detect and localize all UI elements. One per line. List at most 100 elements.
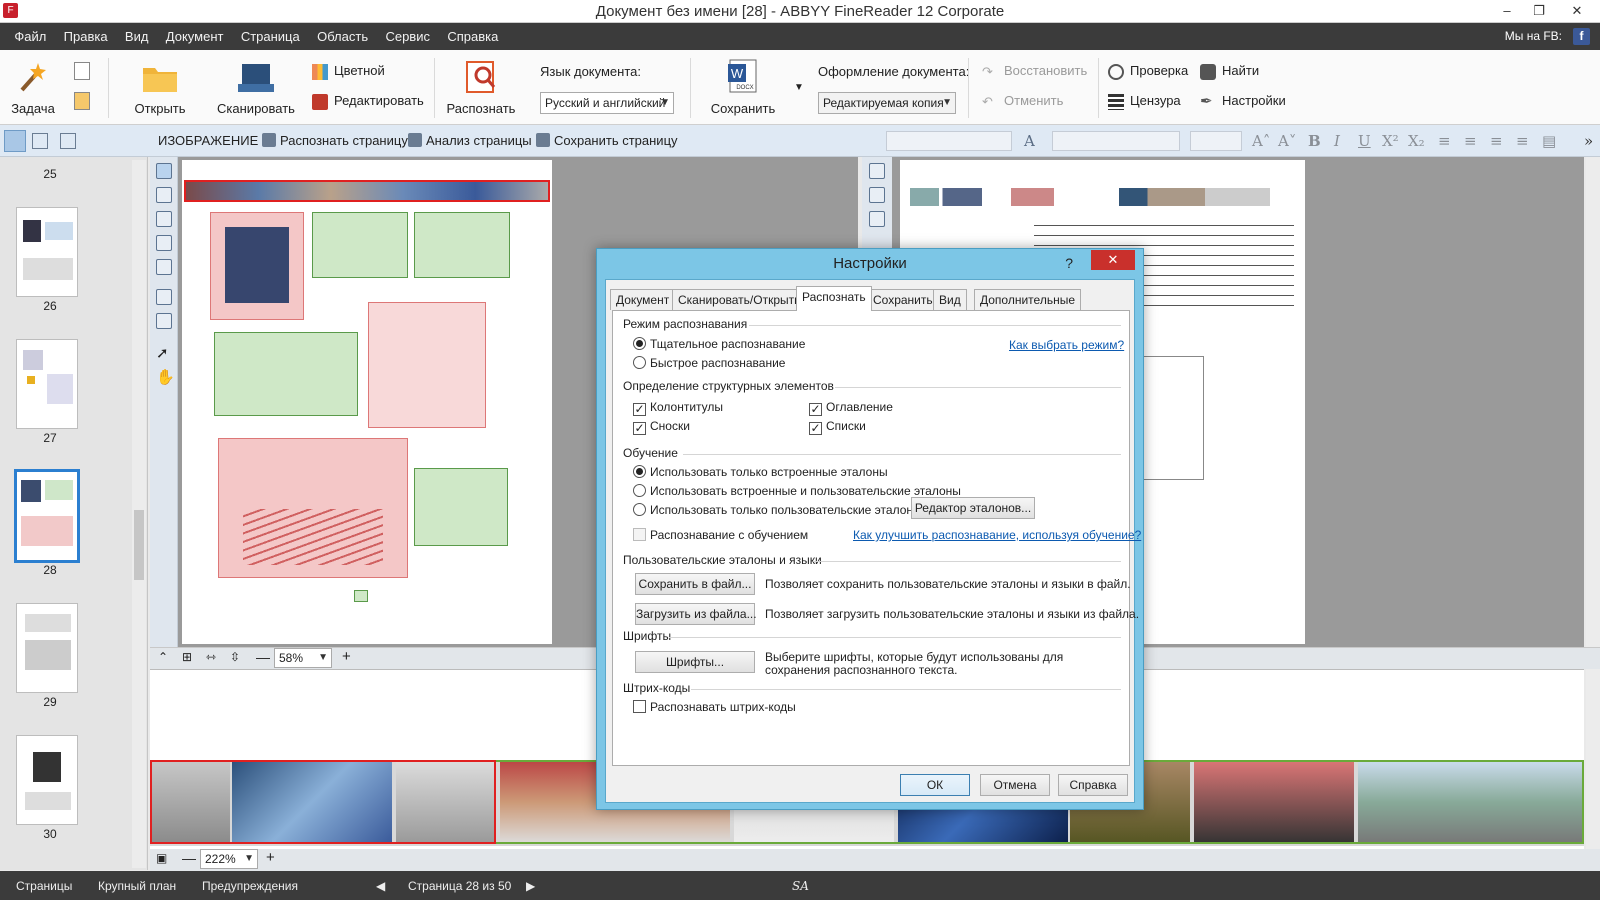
- zoom-out-icon[interactable]: —: [256, 649, 270, 665]
- sync-icon[interactable]: [869, 211, 885, 227]
- zoom-level-select[interactable]: 222% ▼: [200, 849, 258, 869]
- menu-file[interactable]: Файл: [7, 23, 53, 50]
- superscript-icon[interactable]: X²: [1382, 132, 1399, 150]
- zoom-out-icon[interactable]: —: [182, 850, 196, 866]
- facebook-icon[interactable]: f: [1573, 28, 1590, 45]
- find-button[interactable]: Найти: [1200, 63, 1259, 80]
- tab-view[interactable]: Вид: [933, 289, 967, 310]
- collapse-up-icon[interactable]: ⌃: [158, 650, 168, 664]
- minimize-icon[interactable]: –: [1492, 0, 1522, 22]
- menu-page[interactable]: Страница: [234, 23, 307, 50]
- menu-help[interactable]: Справка: [440, 23, 505, 50]
- align-left-icon[interactable]: ≡: [1438, 132, 1451, 150]
- menu-edit[interactable]: Правка: [57, 23, 115, 50]
- table-icon[interactable]: ▤: [1542, 132, 1556, 150]
- list-view-icon[interactable]: [32, 133, 48, 149]
- restore-button[interactable]: ↷ Восстановить: [982, 63, 1087, 80]
- tab-scan-open[interactable]: Сканировать/Открыть: [672, 289, 807, 310]
- save-to-file-button[interactable]: Сохранить в файл...: [635, 573, 755, 595]
- page-thumbnail-30[interactable]: [16, 735, 78, 825]
- recognize-page-button[interactable]: Распознать страницу: [262, 133, 408, 148]
- next-page-icon[interactable]: ▶: [526, 879, 535, 893]
- hand-icon[interactable]: ✋: [156, 370, 175, 387]
- fonts-button[interactable]: Шрифты...: [635, 651, 755, 673]
- cancel-button[interactable]: Отмена: [980, 774, 1050, 796]
- load-from-file-button[interactable]: Загрузить из файла...: [635, 603, 757, 625]
- zoom-tab[interactable]: Крупный план: [98, 879, 176, 893]
- select-area-icon[interactable]: [156, 259, 172, 275]
- recognize-button[interactable]: Распознать: [446, 60, 516, 116]
- menu-service[interactable]: Сервис: [378, 23, 437, 50]
- page-image[interactable]: [182, 160, 552, 644]
- doc-format-select[interactable]: Редактируемая копия ▼: [818, 92, 956, 114]
- pattern-editor-button[interactable]: Редактор эталонов...: [911, 497, 1035, 519]
- italic-icon[interactable]: I: [1334, 132, 1340, 150]
- bold-icon[interactable]: B: [1308, 132, 1321, 150]
- menu-document[interactable]: Документ: [159, 23, 231, 50]
- new-doc-icon[interactable]: [74, 62, 90, 80]
- open-button[interactable]: Открыть: [132, 60, 188, 116]
- close-icon[interactable]: ✕: [1091, 250, 1135, 270]
- headers-footers-checkbox[interactable]: ✓ Колонтитулы: [633, 400, 723, 416]
- menu-view[interactable]: Вид: [118, 23, 156, 50]
- fit-page-icon[interactable]: ⊞: [182, 650, 192, 664]
- toc-checkbox[interactable]: ✓ Оглавление: [809, 400, 893, 416]
- menu-area[interactable]: Область: [310, 23, 375, 50]
- background-picture-icon[interactable]: [156, 211, 172, 227]
- underline-icon[interactable]: U: [1358, 132, 1371, 150]
- task-button[interactable]: Задача: [10, 60, 56, 116]
- font-size-select[interactable]: [1190, 131, 1242, 151]
- pages-scrollbar[interactable]: [132, 160, 146, 868]
- builtin-patterns-radio[interactable]: Использовать только встроенные эталоны: [633, 465, 888, 479]
- text-area-icon[interactable]: [156, 163, 172, 179]
- zoom-scrollbar[interactable]: [1586, 669, 1600, 849]
- close-icon[interactable]: ✕: [1562, 0, 1592, 22]
- grow-font-icon[interactable]: A˄: [1252, 132, 1270, 150]
- shrink-font-icon[interactable]: A˅: [1278, 132, 1296, 150]
- open-doc-icon[interactable]: [74, 92, 90, 110]
- recognition-with-training-checkbox[interactable]: Распознавание с обучением: [633, 528, 808, 542]
- doc-language-select[interactable]: Русский и английский ▼: [540, 92, 674, 114]
- text-view-icon[interactable]: [869, 163, 885, 179]
- page-thumbnail-27[interactable]: [16, 339, 78, 429]
- thorough-mode-radio[interactable]: Тщательное распознавание: [633, 337, 805, 351]
- page-settings-icon[interactable]: [60, 133, 76, 149]
- save-page-button[interactable]: Сохранить страницу: [536, 133, 678, 148]
- align-justify-icon[interactable]: ≡: [1516, 132, 1529, 150]
- help-icon[interactable]: ?: [1065, 255, 1073, 271]
- page-thumbnail-29[interactable]: [16, 603, 78, 693]
- page-thumbnail-26[interactable]: [16, 207, 78, 297]
- help-button[interactable]: Справка: [1058, 774, 1128, 796]
- text-style-icon[interactable]: A: [1024, 132, 1035, 150]
- table-area-icon[interactable]: [156, 235, 172, 251]
- more-tools-icon[interactable]: »: [1584, 132, 1593, 150]
- save-dropdown-icon[interactable]: ▼: [794, 82, 804, 93]
- text-scrollbar[interactable]: [1586, 157, 1600, 647]
- image-zoom-select[interactable]: 58% ▼: [274, 648, 332, 668]
- check-button[interactable]: Проверка: [1108, 63, 1188, 80]
- page-thumbnail-28[interactable]: [14, 469, 80, 563]
- analyze-page-button[interactable]: Анализ страницы: [408, 133, 532, 148]
- align-right-icon[interactable]: ≡: [1490, 132, 1503, 150]
- scan-button[interactable]: Сканировать: [216, 60, 296, 116]
- zoom-in-icon[interactable]: +: [266, 849, 275, 866]
- grid-view-icon[interactable]: [4, 130, 26, 152]
- subscript-icon[interactable]: X₂: [1408, 132, 1425, 150]
- order-areas-icon[interactable]: [156, 313, 172, 329]
- choose-mode-link[interactable]: Как выбрать режим?: [1009, 338, 1124, 352]
- undo-button[interactable]: ↶ Отменить: [982, 93, 1063, 110]
- save-button[interactable]: W DOCX Сохранить: [708, 58, 778, 116]
- tab-recognize[interactable]: Распознать: [796, 286, 872, 311]
- fit-width-icon[interactable]: ⇿: [206, 650, 216, 664]
- user-patterns-radio[interactable]: Использовать только пользовательские эта…: [633, 503, 922, 517]
- recognize-barcodes-checkbox[interactable]: Распознавать штрих-коды: [633, 700, 796, 714]
- tab-advanced[interactable]: Дополнительные: [974, 289, 1081, 310]
- pointer-icon[interactable]: ➚: [156, 346, 172, 363]
- text-layout-icon[interactable]: [869, 187, 885, 203]
- censor-button[interactable]: Цензура: [1108, 93, 1181, 110]
- color-button[interactable]: Цветной: [312, 63, 385, 80]
- prev-page-icon[interactable]: ◀: [376, 879, 385, 893]
- zoom-in-icon[interactable]: +: [342, 648, 351, 665]
- improve-recognition-link[interactable]: Как улучшить распознавание, используя об…: [853, 528, 1141, 542]
- settings-button[interactable]: ✒ Настройки: [1200, 93, 1286, 110]
